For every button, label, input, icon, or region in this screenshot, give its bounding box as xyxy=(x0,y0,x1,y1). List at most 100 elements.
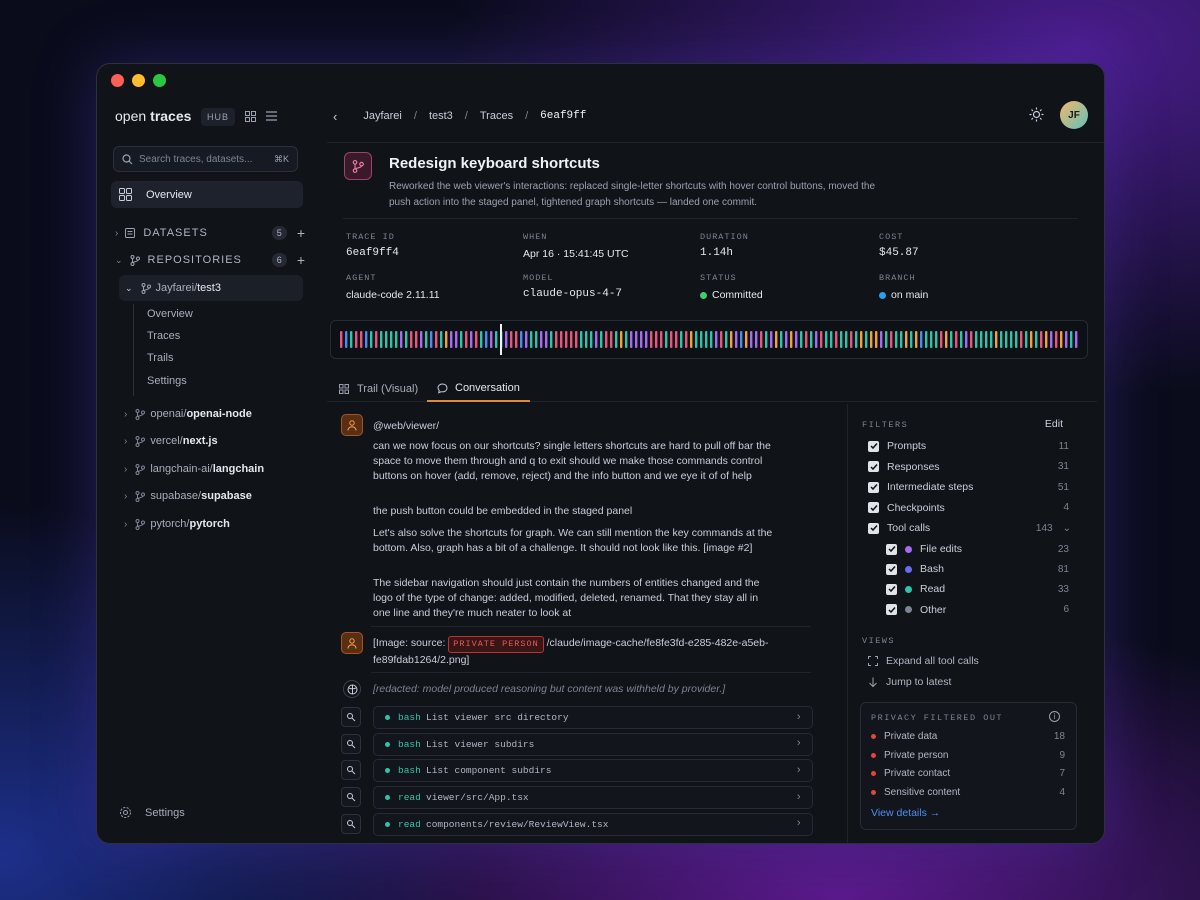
checkbox[interactable] xyxy=(886,543,897,555)
timeline-bar[interactable] xyxy=(475,331,478,348)
timeline-bar[interactable] xyxy=(880,331,883,348)
checkbox[interactable] xyxy=(868,440,879,452)
timeline-bar[interactable] xyxy=(695,331,698,348)
timeline-bar[interactable] xyxy=(710,331,713,348)
timeline-bar[interactable] xyxy=(745,331,748,348)
timeline-bar[interactable] xyxy=(350,331,353,348)
timeline-bar[interactable] xyxy=(345,331,348,348)
checkbox[interactable] xyxy=(886,563,897,575)
trace-timeline[interactable] xyxy=(330,320,1088,359)
timeline-bar[interactable] xyxy=(580,331,583,348)
checkbox[interactable] xyxy=(868,481,879,493)
timeline-bar[interactable] xyxy=(1010,331,1013,348)
timeline-bar[interactable] xyxy=(1045,331,1048,348)
timeline-bar[interactable] xyxy=(640,331,643,348)
timeline-bar[interactable] xyxy=(960,331,963,348)
timeline-bar[interactable] xyxy=(825,331,828,348)
theme-toggle-icon[interactable] xyxy=(1029,107,1044,127)
timeline-bar[interactable] xyxy=(1055,331,1058,348)
timeline-bar[interactable] xyxy=(615,331,618,348)
timeline-bar[interactable] xyxy=(750,331,753,348)
timeline-bar[interactable] xyxy=(465,331,468,348)
timeline-bar[interactable] xyxy=(385,331,388,348)
timeline-bar[interactable] xyxy=(550,331,553,348)
jump-latest-button[interactable]: Jump to latest xyxy=(868,676,951,688)
timeline-bar[interactable] xyxy=(820,331,823,348)
repo-item[interactable]: › langchain-ai/langchain xyxy=(124,463,264,475)
timeline-bar[interactable] xyxy=(985,331,988,348)
timeline-bar[interactable] xyxy=(1060,331,1063,348)
timeline-bar[interactable] xyxy=(810,331,813,348)
checkbox[interactable] xyxy=(886,604,897,616)
timeline-bar[interactable] xyxy=(1070,331,1073,348)
timeline-bar[interactable] xyxy=(735,331,738,348)
timeline-bar[interactable] xyxy=(1030,331,1033,348)
timeline-bar[interactable] xyxy=(1000,331,1003,348)
timeline-bar[interactable] xyxy=(410,331,413,348)
timeline-bar[interactable] xyxy=(785,331,788,348)
timeline-bar[interactable] xyxy=(565,331,568,348)
timeline-bar[interactable] xyxy=(770,331,773,348)
selected-repo[interactable]: ⌄ Jayfarei/test3 xyxy=(119,275,303,301)
timeline-bar[interactable] xyxy=(590,331,593,348)
timeline-bar[interactable] xyxy=(830,331,833,348)
timeline-bar[interactable] xyxy=(1065,331,1068,348)
settings-link[interactable]: Settings xyxy=(119,806,185,819)
timeline-bar[interactable] xyxy=(390,331,393,348)
breadcrumb-traces[interactable]: Traces xyxy=(480,110,513,122)
timeline-bar[interactable] xyxy=(430,331,433,348)
timeline-bar[interactable] xyxy=(1035,331,1038,348)
checkbox[interactable] xyxy=(868,522,879,534)
timeline-bar[interactable] xyxy=(530,331,533,348)
timeline-bar[interactable] xyxy=(620,331,623,348)
timeline-bar[interactable] xyxy=(680,331,683,348)
timeline-bar[interactable] xyxy=(505,331,508,348)
chevron-right-icon[interactable]: › xyxy=(795,818,802,830)
search-input[interactable] xyxy=(139,153,259,165)
timeline-bar[interactable] xyxy=(650,331,653,348)
filter-row[interactable]: Checkpoints 4 xyxy=(868,500,1073,516)
repositories-section[interactable]: ⌄ REPOSITORIES 6 + xyxy=(115,252,305,268)
timeline-bar[interactable] xyxy=(715,331,718,348)
timeline-bar[interactable] xyxy=(340,331,343,348)
timeline-bar[interactable] xyxy=(910,331,913,348)
timeline-bar[interactable] xyxy=(725,331,728,348)
timeline-bar[interactable] xyxy=(575,331,578,348)
filter-row[interactable]: Tool calls 143 ⌄ xyxy=(868,520,1071,536)
checkbox[interactable] xyxy=(868,461,879,472)
timeline-bar[interactable] xyxy=(470,331,473,348)
timeline-bar[interactable] xyxy=(455,331,458,348)
timeline-bar[interactable] xyxy=(360,331,363,348)
timeline-bar[interactable] xyxy=(435,331,438,348)
filter-row[interactable]: Prompts 11 xyxy=(868,438,1073,454)
timeline-bar[interactable] xyxy=(425,331,428,348)
checkbox[interactable] xyxy=(886,583,897,595)
timeline-bar[interactable] xyxy=(805,331,808,348)
timeline-bar[interactable] xyxy=(635,331,638,348)
timeline-bar[interactable] xyxy=(655,331,658,348)
timeline-bar[interactable] xyxy=(850,331,853,348)
timeline-bar[interactable] xyxy=(860,331,863,348)
timeline-bar[interactable] xyxy=(545,331,548,348)
add-dataset-button[interactable]: + xyxy=(297,225,305,241)
timeline-bar[interactable] xyxy=(440,331,443,348)
tool-call-row[interactable]: bash List viewer src directory › xyxy=(373,706,813,729)
timeline-bar[interactable] xyxy=(670,331,673,348)
timeline-bar[interactable] xyxy=(975,331,978,348)
timeline-bar[interactable] xyxy=(380,331,383,348)
timeline-bar[interactable] xyxy=(535,331,538,348)
timeline-bar[interactable] xyxy=(1025,331,1028,348)
tool-filter-row[interactable]: Other 6 xyxy=(886,602,1069,618)
avatar[interactable]: JF xyxy=(1060,101,1088,129)
timeline-bar[interactable] xyxy=(945,331,948,348)
info-icon[interactable]: i xyxy=(1049,711,1060,722)
timeline-bar[interactable] xyxy=(510,331,513,348)
timeline-bar[interactable] xyxy=(950,331,953,348)
timeline-bar[interactable] xyxy=(495,331,498,348)
subnav-overview[interactable]: Overview xyxy=(147,308,193,320)
tab-conversation[interactable]: Conversation xyxy=(427,376,530,402)
timeline-bar[interactable] xyxy=(560,331,563,348)
timeline-bar[interactable] xyxy=(760,331,763,348)
tool-filter-row[interactable]: File edits 23 xyxy=(886,541,1069,557)
timeline-bar[interactable] xyxy=(460,331,463,348)
